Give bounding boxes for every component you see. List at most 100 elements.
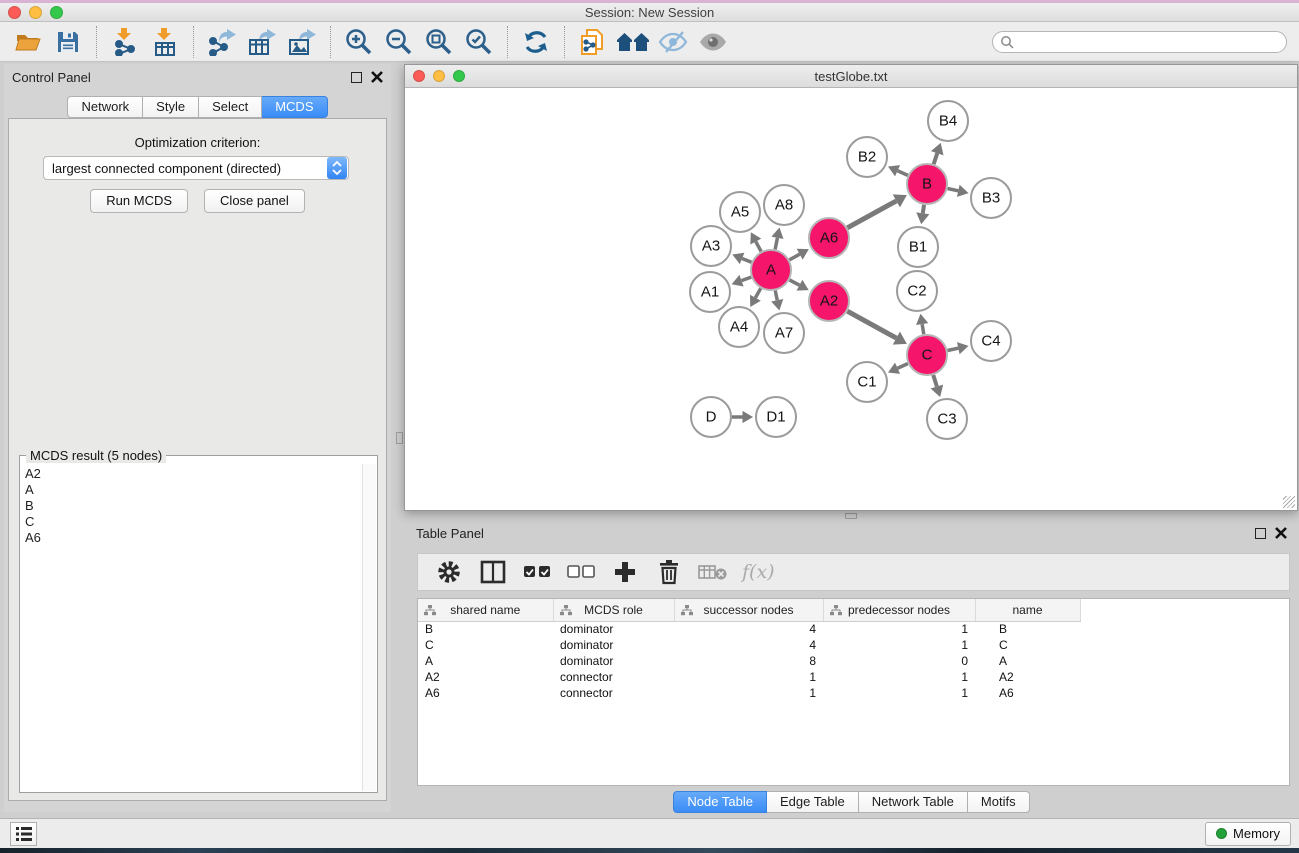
cell-predecessor-nodes[interactable]: 1 bbox=[823, 637, 975, 653]
column-header-successor-nodes[interactable]: successor nodes bbox=[674, 599, 823, 621]
open-session-button[interactable] bbox=[8, 25, 48, 59]
edge-A-A1[interactable] bbox=[742, 277, 752, 281]
cell-mcds-role[interactable]: dominator bbox=[553, 637, 674, 653]
node-C2[interactable]: C2 bbox=[897, 271, 937, 311]
cell-predecessor-nodes[interactable]: 1 bbox=[823, 685, 975, 701]
edge-C-C4[interactable] bbox=[948, 348, 959, 350]
node-A2[interactable]: A2 bbox=[809, 281, 849, 321]
cell-successor-nodes[interactable]: 4 bbox=[674, 621, 823, 637]
table-row[interactable]: Bdominator41B bbox=[418, 621, 1080, 637]
edge-B-B4[interactable] bbox=[934, 153, 938, 164]
edge-C-C2[interactable] bbox=[922, 324, 924, 334]
cell-shared-name[interactable]: A6 bbox=[418, 685, 553, 701]
node-B2[interactable]: B2 bbox=[847, 137, 887, 177]
edge-B-B1[interactable] bbox=[923, 205, 924, 214]
edge-A2-C[interactable] bbox=[847, 311, 896, 338]
node-B4[interactable]: B4 bbox=[928, 101, 968, 141]
select-all-button[interactable] bbox=[520, 556, 554, 588]
zoom-in-button[interactable] bbox=[339, 25, 379, 59]
node-B1[interactable]: B1 bbox=[898, 227, 938, 267]
edge-A-A3[interactable] bbox=[742, 258, 751, 262]
cell-predecessor-nodes[interactable]: 1 bbox=[823, 621, 975, 637]
import-network-button[interactable] bbox=[105, 25, 145, 59]
node-A5[interactable]: A5 bbox=[720, 192, 760, 232]
node-C4[interactable]: C4 bbox=[971, 321, 1011, 361]
edge-A-A8[interactable] bbox=[775, 238, 777, 250]
result-item[interactable]: A6 bbox=[25, 530, 358, 546]
table-row[interactable]: A6connector11A6 bbox=[418, 685, 1080, 701]
table-options-button[interactable] bbox=[432, 556, 466, 588]
zoom-out-button[interactable] bbox=[379, 25, 419, 59]
splitter-handle-horizontal[interactable] bbox=[845, 513, 857, 519]
save-session-button[interactable] bbox=[48, 25, 88, 59]
edge-A6-B[interactable] bbox=[847, 201, 896, 228]
cell-successor-nodes[interactable]: 1 bbox=[674, 685, 823, 701]
node-B[interactable]: B bbox=[907, 164, 947, 204]
node-D1[interactable]: D1 bbox=[756, 397, 796, 437]
column-header-shared-name[interactable]: shared name bbox=[418, 599, 553, 621]
tab-edge-table[interactable]: Edge Table bbox=[767, 791, 859, 813]
edge-C-C1[interactable] bbox=[898, 364, 908, 369]
node-C[interactable]: C bbox=[907, 335, 947, 375]
hide-selected-button[interactable] bbox=[653, 25, 693, 59]
cell-shared-name[interactable]: A bbox=[418, 653, 553, 669]
search-input[interactable] bbox=[992, 31, 1287, 53]
table-row[interactable]: Adominator80A bbox=[418, 653, 1080, 669]
create-column-button[interactable] bbox=[608, 556, 642, 588]
edge-C-C3[interactable] bbox=[933, 375, 937, 387]
node-A8[interactable]: A8 bbox=[764, 185, 804, 225]
result-item[interactable]: A2 bbox=[25, 466, 358, 482]
node-C1[interactable]: C1 bbox=[847, 362, 887, 402]
cell-shared-name[interactable]: A2 bbox=[418, 669, 553, 685]
memory-button[interactable]: Memory bbox=[1205, 822, 1291, 846]
tab-motifs[interactable]: Motifs bbox=[968, 791, 1030, 813]
close-panel-icon[interactable] bbox=[371, 71, 383, 83]
column-header-name[interactable]: name bbox=[975, 599, 1080, 621]
function-builder-button[interactable]: f(x) bbox=[742, 561, 775, 583]
node-C3[interactable]: C3 bbox=[927, 399, 967, 439]
apply-layout-button[interactable] bbox=[516, 25, 556, 59]
node-A1[interactable]: A1 bbox=[690, 272, 730, 312]
mcds-result-scrollbar[interactable] bbox=[362, 464, 376, 791]
tab-style[interactable]: Style bbox=[143, 96, 199, 118]
cell-successor-nodes[interactable]: 1 bbox=[674, 669, 823, 685]
edge-B-B2[interactable] bbox=[898, 171, 908, 176]
node-D[interactable]: D bbox=[691, 397, 731, 437]
cell-mcds-role[interactable]: dominator bbox=[553, 653, 674, 669]
edge-A-A5[interactable] bbox=[756, 242, 761, 252]
node-A[interactable]: A bbox=[751, 250, 791, 290]
table-row[interactable]: A2connector11A2 bbox=[418, 669, 1080, 685]
zoom-selected-button[interactable] bbox=[459, 25, 499, 59]
cell-mcds-role[interactable]: connector bbox=[553, 669, 674, 685]
export-table-button[interactable] bbox=[242, 25, 282, 59]
table-row[interactable]: Cdominator41C bbox=[418, 637, 1080, 653]
delete-table-button[interactable] bbox=[696, 556, 730, 588]
result-item[interactable]: A bbox=[25, 482, 358, 498]
node-A3[interactable]: A3 bbox=[691, 226, 731, 266]
cell-shared-name[interactable]: B bbox=[418, 621, 553, 637]
float-panel-icon[interactable] bbox=[351, 72, 362, 83]
network-canvas[interactable]: B4 B2 B B3 A8A5 A6 A3 B1 A C2 A1 A2 A4A7 C4 C C1 D C3 D1 bbox=[405, 88, 1297, 510]
cell-name[interactable]: A bbox=[975, 653, 1080, 669]
cell-name[interactable]: C bbox=[975, 637, 1080, 653]
edge-A-A4[interactable] bbox=[755, 288, 760, 297]
edge-A-A6[interactable] bbox=[789, 254, 799, 260]
float-table-panel-icon[interactable] bbox=[1255, 528, 1266, 539]
show-selected-button[interactable] bbox=[693, 25, 733, 59]
tab-node-table[interactable]: Node Table bbox=[673, 791, 767, 813]
show-columns-button[interactable] bbox=[476, 556, 510, 588]
task-history-button[interactable] bbox=[10, 822, 37, 846]
resize-grip-icon[interactable] bbox=[1283, 496, 1295, 508]
column-header-mcds-role[interactable]: MCDS role bbox=[553, 599, 674, 621]
node-A7[interactable]: A7 bbox=[764, 313, 804, 353]
cell-predecessor-nodes[interactable]: 1 bbox=[823, 669, 975, 685]
node-A6[interactable]: A6 bbox=[809, 218, 849, 258]
node-A4[interactable]: A4 bbox=[719, 307, 759, 347]
clone-network-button[interactable] bbox=[573, 25, 613, 59]
node-B3[interactable]: B3 bbox=[971, 178, 1011, 218]
import-table-button[interactable] bbox=[145, 25, 185, 59]
edge-A-A7[interactable] bbox=[775, 291, 777, 301]
column-header-predecessor-nodes[interactable]: predecessor nodes bbox=[823, 599, 975, 621]
tab-mcds[interactable]: MCDS bbox=[262, 96, 327, 118]
cell-successor-nodes[interactable]: 4 bbox=[674, 637, 823, 653]
